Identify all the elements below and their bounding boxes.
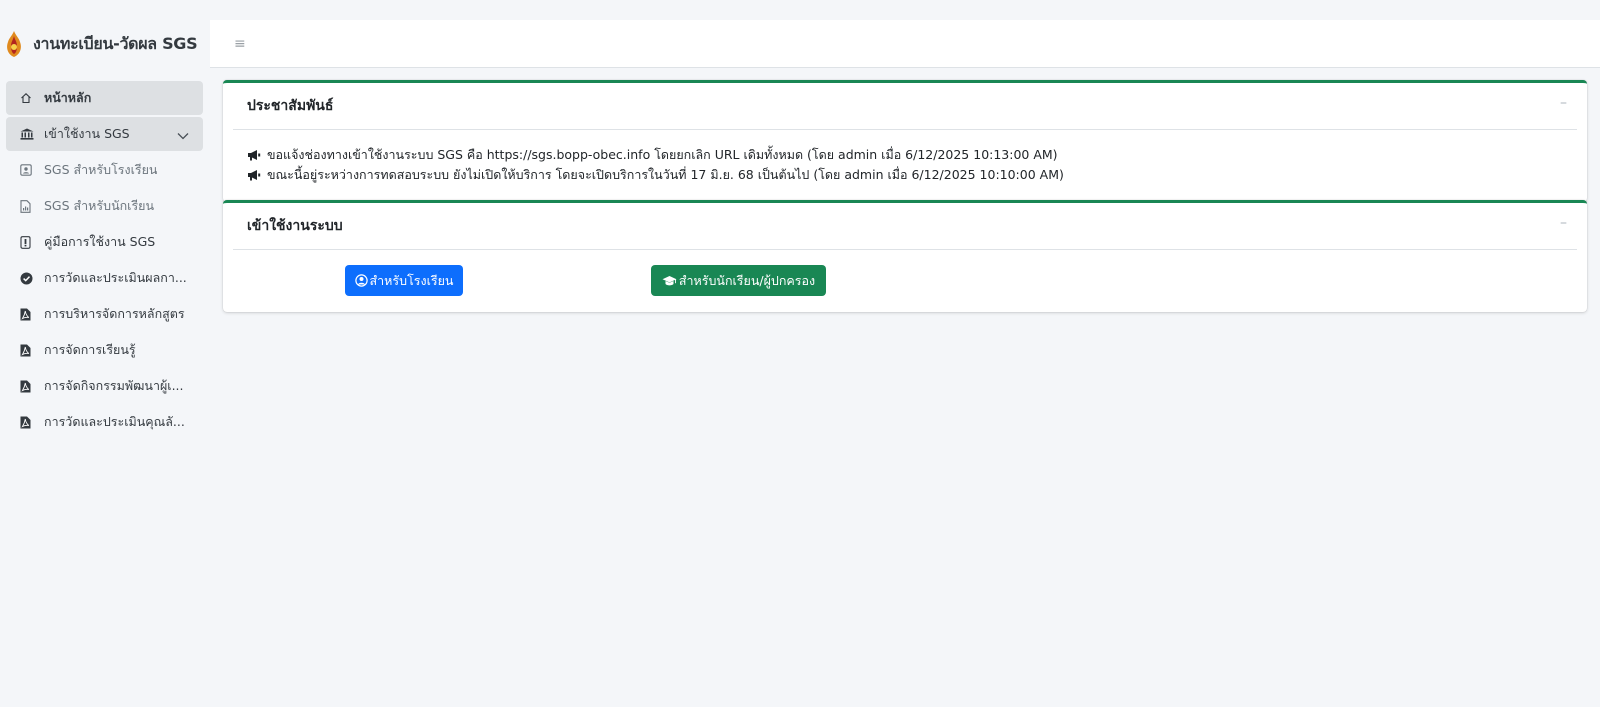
sidebar-item-activities[interactable]: การจัดกิจกรรมพัฒนาผู้เ... (6, 369, 203, 403)
sidebar-item-label: การจัดกิจกรรมพัฒนาผู้เ... (44, 378, 184, 393)
sidebar-item-label: คู่มือการใช้งาน SGS (44, 234, 156, 249)
student-login-button[interactable]: สำหรับนักเรียน/ผู้ปกครอง (651, 265, 826, 296)
sidebar-item-label: หน้าหลัก (44, 90, 92, 105)
announcements-title: ประชาสัมพันธ์ (247, 98, 334, 114)
sidebar-item-assessment[interactable]: การวัดและประเมินผลกา... (6, 261, 203, 295)
sidebar-item-sgs-school[interactable]: SGS สำหรับโรงเรียน (6, 153, 203, 187)
brand[interactable]: งานทะเบียน-วัดผล SGS (0, 20, 210, 68)
menu-toggle-icon[interactable]: ≡ (234, 36, 246, 52)
sidebar-item-label: เข้าใช้งาน SGS (44, 126, 130, 141)
announcement-list: ขอแจ้งช่องทางเข้าใช้งานระบบ SGS คือ http… (223, 130, 1587, 185)
announcement-text: ขอแจ้งช่องทางเข้าใช้งานระบบ SGS คือ http… (267, 147, 1058, 162)
school-login-label: สำหรับโรงเรียน (369, 272, 454, 288)
sidebar-item-label: การวัดและประเมินผลกา... (44, 270, 187, 285)
id-card-icon (20, 164, 44, 176)
collapse-minus-icon[interactable]: – (1560, 95, 1567, 111)
chevron-down-icon[interactable] (177, 128, 189, 143)
pdf-icon (20, 308, 44, 321)
card-header: เข้าใช้งานระบบ – (233, 203, 1577, 250)
megaphone-icon (247, 149, 267, 161)
bank-icon (20, 128, 44, 140)
list-item: ขณะนี้อยู่ระหว่างการทดสอบระบบ ยังไม่เปิด… (247, 165, 1587, 185)
megaphone-icon (247, 169, 267, 181)
announcements-card: ประชาสัมพันธ์ – ขอแจ้งช่องทางเข้าใช้งานร… (223, 80, 1587, 202)
file-chart-icon (20, 199, 44, 213)
sidebar-item-sgs-login[interactable]: เข้าใช้งาน SGS (6, 117, 203, 151)
school-login-button[interactable]: สำหรับโรงเรียน (345, 265, 463, 296)
pdf-icon (20, 344, 44, 357)
sidebar-item-label: การจัดการเรียนรู้ (44, 342, 136, 357)
sidebar-item-curriculum[interactable]: การบริหารจัดการหลักสูตร (6, 297, 203, 331)
announcement-text: ขณะนี้อยู่ระหว่างการทดสอบระบบ ยังไม่เปิด… (267, 167, 1064, 182)
sidebar-item-learning[interactable]: การจัดการเรียนรู้ (6, 333, 203, 367)
sidebar-item-label: การวัดและประเมินคุณลั... (44, 414, 185, 429)
login-title: เข้าใช้งานระบบ (247, 218, 343, 234)
top-navbar: ≡ (210, 20, 1600, 68)
collapse-minus-icon[interactable]: – (1560, 215, 1567, 231)
sidebar-item-label: SGS สำหรับโรงเรียน (44, 162, 158, 177)
sidebar-item-characteristics[interactable]: การวัดและประเมินคุณลั... (6, 405, 203, 439)
pdf-icon (20, 416, 44, 429)
login-card: เข้าใช้งานระบบ – สำหรับโรงเรียน สำหรับนั… (223, 200, 1587, 312)
home-icon (20, 92, 44, 104)
sidebar: หน้าหลัก เข้าใช้งาน SGS SGS สำหรับโรงเรี… (6, 81, 203, 441)
user-circle-icon (354, 274, 368, 287)
sidebar-item-home[interactable]: หน้าหลัก (6, 81, 203, 115)
brand-title: งานทะเบียน-วัดผล SGS (33, 33, 198, 53)
file-icon (20, 235, 44, 249)
sidebar-item-label: SGS สำหรับนักเรียน (44, 198, 155, 213)
check-badge-icon (20, 272, 44, 285)
pdf-icon (20, 380, 44, 393)
sidebar-item-label: การบริหารจัดการหลักสูตร (44, 306, 185, 321)
card-header: ประชาสัมพันธ์ – (233, 83, 1577, 130)
graduation-cap-icon (662, 275, 677, 287)
list-item: ขอแจ้งช่องทางเข้าใช้งานระบบ SGS คือ http… (247, 145, 1587, 165)
student-login-label: สำหรับนักเรียน/ผู้ปกครอง (678, 272, 816, 288)
sidebar-item-sgs-manual[interactable]: คู่มือการใช้งาน SGS (6, 225, 203, 259)
sidebar-item-sgs-student[interactable]: SGS สำหรับนักเรียน (6, 189, 203, 223)
school-emblem-icon (3, 30, 25, 58)
